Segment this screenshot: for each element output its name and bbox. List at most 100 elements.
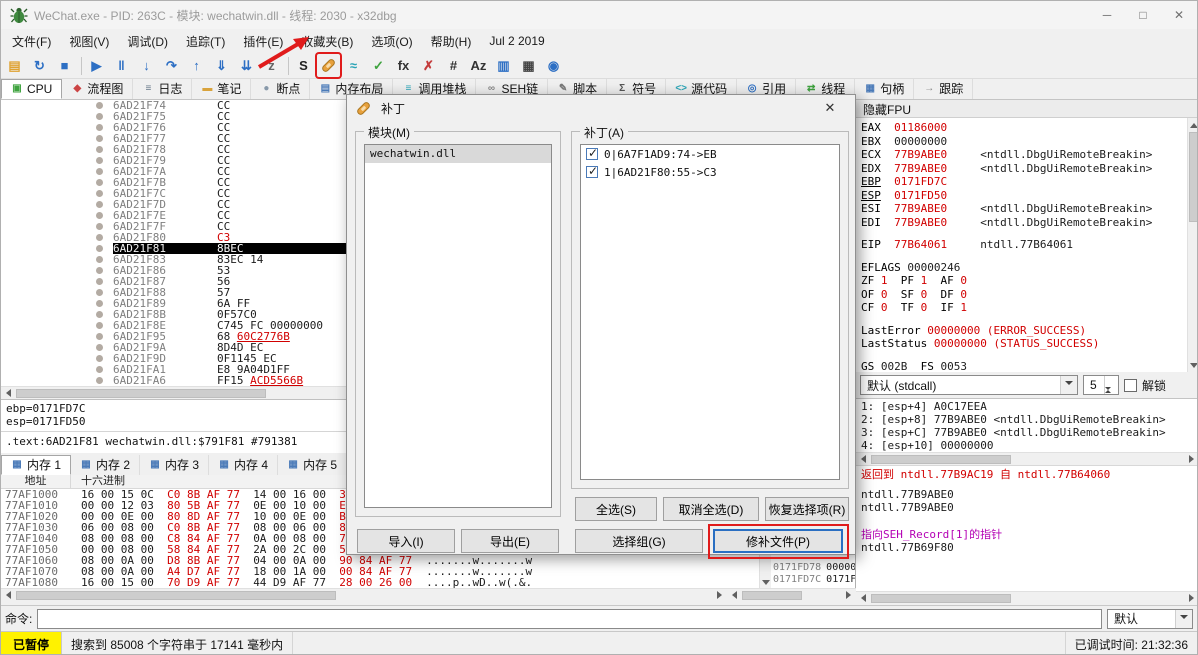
breakpoint-dot-icon[interactable] <box>96 212 103 219</box>
argument-line[interactable]: 2: [esp+8] 77B9ABE0 <ntdll.DbgUiRemoteBr… <box>861 413 1194 426</box>
screen-icon[interactable]: ▦ <box>517 54 540 77</box>
maximize-button[interactable]: □ <box>1125 1 1161 29</box>
chevron-down-icon[interactable] <box>1175 609 1192 628</box>
hash-icon[interactable]: # <box>442 54 465 77</box>
scroll-down-icon[interactable] <box>1187 360 1197 371</box>
register-line[interactable]: LastStatus 00000000 (STATUS_SUCCESS) <box>861 337 1182 351</box>
register-line[interactable]: ESP 0171FD50 <box>861 189 1182 203</box>
stack-row[interactable]: 0171FD7C 0171FD84 <box>771 574 855 586</box>
breakpoint-dot-icon[interactable] <box>96 322 103 329</box>
patch-checkbox[interactable] <box>586 164 598 178</box>
menu-item-8[interactable]: 帮助(H) <box>422 29 481 54</box>
command-input[interactable] <box>37 608 1102 629</box>
check-icon[interactable]: ✓ <box>367 54 390 77</box>
animate-icon[interactable]: z <box>260 54 283 77</box>
tab-notes[interactable]: ▬ 笔记 <box>192 79 252 99</box>
close-tabs-icon[interactable]: ✗ <box>417 54 440 77</box>
calling-convention-select[interactable]: 默认 (stdcall) <box>860 375 1078 395</box>
register-line[interactable]: LastError 00000000 (ERROR_SUCCESS) <box>861 324 1182 338</box>
breakpoint-dot-icon[interactable] <box>96 366 103 373</box>
arguments-view[interactable]: 1: [esp+4] A0C17EEA 2: [esp+8] 77B9ABE0 <… <box>856 398 1197 452</box>
breakpoint-dot-icon[interactable] <box>96 333 103 340</box>
register-line[interactable]: EDI 77B9ABE0 <ntdll.DbgUiRemoteBreakin> <box>861 216 1182 230</box>
menu-item-2[interactable]: 视图(V) <box>60 29 118 54</box>
argument-line[interactable]: 3: [esp+C] 77B9ABE0 <ntdll.DbgUiRemoteBr… <box>861 426 1194 439</box>
info-line[interactable]: ntdll.77B9ABE0 <box>861 501 1194 514</box>
stack-row[interactable]: 0171FD78 00000000 <box>771 562 855 574</box>
register-line[interactable]: EBX 00000000 <box>861 135 1182 149</box>
scroll-down-icon[interactable] <box>759 577 772 588</box>
breakpoint-dot-icon[interactable] <box>96 344 103 351</box>
menu-item-5[interactable]: 插件(E) <box>234 29 292 54</box>
stop-icon[interactable]: ■ <box>53 54 76 77</box>
tab-trace[interactable]: → 跟踪 <box>914 79 974 99</box>
patch-list[interactable]: 0|6A7F1AD9:74->EB 1|6AD21F80:55->C3 <box>580 144 840 480</box>
register-line[interactable] <box>861 229 1182 238</box>
memory-tab-5[interactable]: ▦ 内存 5 <box>278 455 348 475</box>
register-line[interactable]: EAX 01186000 <box>861 121 1182 135</box>
info-line[interactable] <box>861 521 1194 528</box>
modules-list[interactable]: wechatwin.dll <box>364 144 552 508</box>
menu-item-7[interactable]: 选项(O) <box>362 29 421 54</box>
scroll-left-icon[interactable] <box>857 592 869 604</box>
register-line[interactable]: EIP 77B64061 ntdll.77B64061 <box>861 238 1182 252</box>
register-line[interactable]: CF 0 TF 0 IF 1 <box>861 301 1182 315</box>
skip-icon[interactable]: ⇊ <box>235 54 258 77</box>
registers-vscrollbar[interactable] <box>1187 118 1197 372</box>
breakpoint-dot-icon[interactable] <box>96 311 103 318</box>
argument-line[interactable]: 1: [esp+4] A0C17EEA <box>861 400 1194 413</box>
scroll-right-icon[interactable] <box>1186 592 1197 604</box>
close-button[interactable]: ✕ <box>1161 1 1197 29</box>
scrollbar-thumb[interactable] <box>871 454 1011 464</box>
tab-handles[interactable]: ▦ 句柄 <box>855 79 915 99</box>
chevron-down-icon[interactable] <box>1060 376 1077 394</box>
breakpoint-dot-icon[interactable] <box>96 300 103 307</box>
restart-icon[interactable]: ↻ <box>28 54 51 77</box>
breakpoint-dot-icon[interactable] <box>96 234 103 241</box>
memory-tab-1[interactable]: ▦ 内存 1 <box>1 455 72 475</box>
tab-graph[interactable]: ◆ 流程图 <box>62 79 134 99</box>
dialog-title-bar[interactable]: 补丁 ✕ <box>347 95 855 121</box>
tab-cpu[interactable]: ▣ CPU <box>1 79 63 99</box>
breakpoint-dot-icon[interactable] <box>96 223 103 230</box>
memory-tab-3[interactable]: ▦ 内存 3 <box>140 455 210 475</box>
memory-tab-4[interactable]: ▦ 内存 4 <box>209 455 279 475</box>
dialog-close-button[interactable]: ✕ <box>814 95 846 121</box>
breakpoint-dot-icon[interactable] <box>96 289 103 296</box>
breakpoint-dot-icon[interactable] <box>96 278 103 285</box>
breakpoint-dot-icon[interactable] <box>96 355 103 362</box>
scroll-right-icon[interactable] <box>714 589 726 601</box>
font-icon[interactable]: Az <box>467 54 490 77</box>
scrollbar-thumb[interactable] <box>16 590 336 600</box>
fx-icon[interactable]: fx <box>392 54 415 77</box>
stack-hscrollbar[interactable] <box>727 588 856 601</box>
select-group-button[interactable]: 选择组(G) <box>575 529 703 553</box>
scroll-left-icon[interactable] <box>2 589 14 601</box>
strings-icon[interactable]: ▥ <box>492 54 515 77</box>
register-line[interactable]: OF 0 SF 0 DF 0 <box>861 288 1182 302</box>
sweep-icon[interactable]: ≈ <box>342 54 365 77</box>
register-line[interactable]: GS 002B FS 0053 <box>861 360 1182 373</box>
run-to-user-icon[interactable]: ⇓ <box>210 54 233 77</box>
scrollbar-thumb[interactable] <box>742 590 802 600</box>
scroll-left-icon[interactable] <box>857 453 869 465</box>
breakpoint-dot-icon[interactable] <box>96 201 103 208</box>
register-line[interactable] <box>861 351 1182 360</box>
scroll-left-icon[interactable] <box>2 387 14 399</box>
info-line[interactable]: 指向SEH_Record[1]的指针 <box>861 528 1194 541</box>
argument-line[interactable]: 4: [esp+10] 00000000 <box>861 439 1194 452</box>
export-button[interactable]: 导出(E) <box>461 529 559 553</box>
command-scope-select[interactable]: 默认 <box>1107 608 1193 629</box>
breakpoint-dot-icon[interactable] <box>96 146 103 153</box>
patch-item[interactable]: 0|6A7F1AD9:74->EB <box>581 145 839 163</box>
breakpoint-dot-icon[interactable] <box>96 245 103 252</box>
register-line[interactable] <box>861 315 1182 324</box>
arg-count-spinner[interactable]: 5 <box>1083 373 1119 407</box>
hide-fpu-button[interactable]: 隐藏FPU <box>856 100 1197 118</box>
breakpoint-dot-icon[interactable] <box>96 113 103 120</box>
register-line[interactable]: ECX 77B9ABE0 <ntdll.DbgUiRemoteBreakin> <box>861 148 1182 162</box>
breakpoint-dot-icon[interactable] <box>96 190 103 197</box>
import-button[interactable]: 导入(I) <box>357 529 455 553</box>
patch-file-button[interactable]: 修补文件(P) <box>713 529 843 553</box>
scroll-left-icon[interactable] <box>728 589 740 601</box>
